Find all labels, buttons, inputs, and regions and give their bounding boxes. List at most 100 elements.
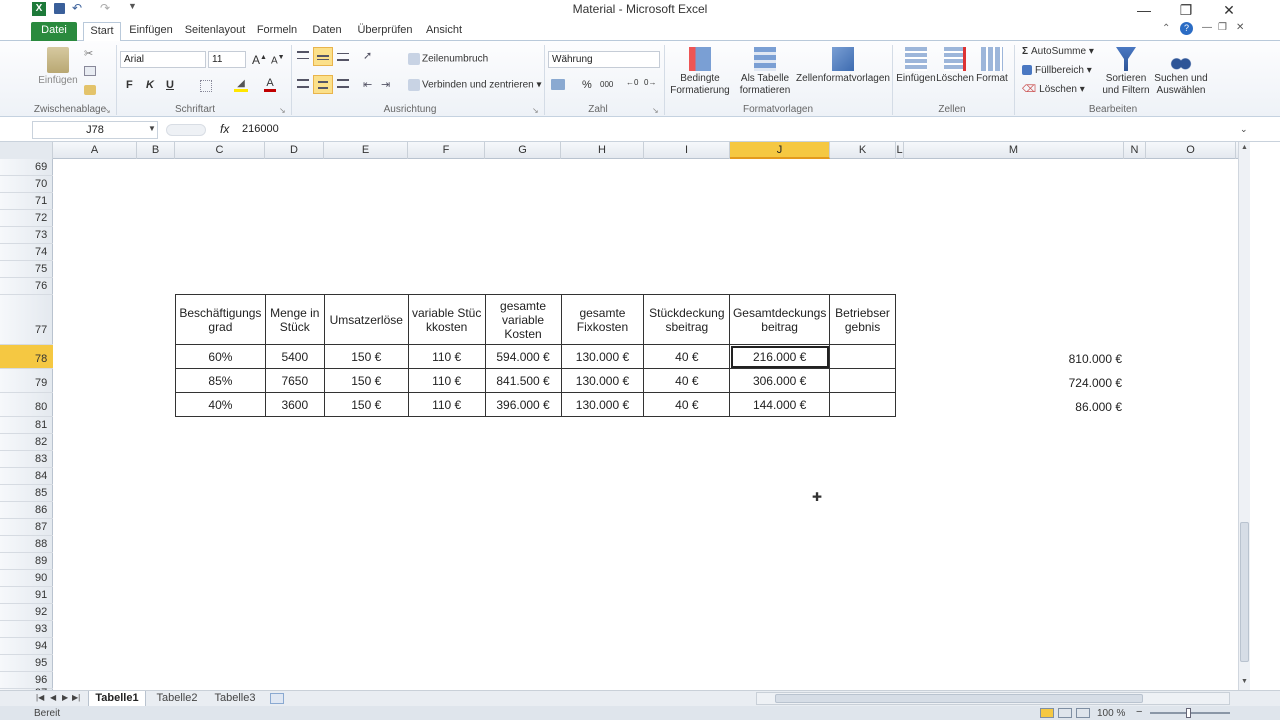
row-header[interactable]: 73 <box>0 227 53 244</box>
currency-format-icon[interactable] <box>551 79 565 90</box>
cut-icon[interactable]: ✂ <box>84 47 93 60</box>
tab-home[interactable]: Start <box>83 22 121 42</box>
table-cell[interactable]: 594.000 € <box>484 344 562 369</box>
table-header-cell[interactable]: gesamte Fixkosten <box>560 294 645 345</box>
number-launcher-icon[interactable]: ↘ <box>652 106 659 115</box>
scroll-thumb[interactable] <box>1240 522 1249 662</box>
clipboard-launcher-icon[interactable]: ↘ <box>104 106 111 115</box>
table-header-cell[interactable]: gesamte variable Kosten <box>484 294 562 345</box>
align-center-icon[interactable] <box>313 75 333 94</box>
table-cell[interactable]: 144.000 € <box>729 392 831 417</box>
row-header[interactable]: 74 <box>0 244 53 261</box>
table-cell[interactable]: 396.000 € <box>484 392 562 417</box>
italic-button[interactable]: K <box>146 79 154 91</box>
table-cell[interactable]: 40 € <box>643 368 731 393</box>
scroll-up-icon[interactable]: ▲ <box>1241 144 1248 151</box>
row-header[interactable]: 81 <box>0 417 53 434</box>
row-header[interactable]: 95 <box>0 655 53 672</box>
table-cell[interactable]: 110 € <box>407 392 486 417</box>
row-header[interactable]: 94 <box>0 638 53 655</box>
row-header[interactable]: 79 <box>0 369 53 393</box>
doc-minimize-icon[interactable]: — <box>1202 22 1212 33</box>
table-cell[interactable]: 130.000 € <box>560 368 645 393</box>
paste-button[interactable]: Einfügen <box>36 47 80 87</box>
column-header-a[interactable]: A <box>53 142 137 159</box>
row-header[interactable]: 87 <box>0 519 53 536</box>
wrap-text-button[interactable]: Zeilenumbruch <box>408 53 488 65</box>
normal-view-icon[interactable] <box>1040 708 1054 718</box>
font-color-icon[interactable]: A <box>264 77 276 92</box>
row-header[interactable]: 91 <box>0 587 53 604</box>
row-header[interactable]: 77 <box>0 295 53 345</box>
insert-cells-button[interactable]: Einfügen <box>896 47 936 85</box>
table-cell[interactable]: 7650 <box>264 368 325 393</box>
shrink-font-icon[interactable]: A▼ <box>271 54 285 66</box>
fill-button[interactable]: Füllbereich ▾ <box>1022 65 1092 76</box>
table-cell[interactable]: 3600 <box>264 392 325 417</box>
column-header-m[interactable]: M <box>904 142 1124 159</box>
row-header[interactable]: 89 <box>0 553 53 570</box>
table-cell[interactable] <box>829 392 896 417</box>
tab-data[interactable]: Daten <box>307 22 347 41</box>
new-sheet-icon[interactable] <box>270 693 284 704</box>
row-header[interactable]: 90 <box>0 570 53 587</box>
scroll-down-icon[interactable]: ▼ <box>1241 678 1248 685</box>
next-sheet-icon[interactable]: ▶ <box>62 693 68 702</box>
table-cell[interactable]: 40% <box>175 392 266 417</box>
fill-color-icon[interactable]: ◢ <box>234 78 248 92</box>
orientation-icon[interactable]: ➚ <box>363 49 372 62</box>
delete-cells-button[interactable]: Löschen <box>936 47 974 85</box>
help-icon[interactable]: ? <box>1180 22 1193 35</box>
name-box[interactable]: J78 <box>32 121 158 139</box>
table-header-cell[interactable]: Betriebsergebnis <box>829 294 896 345</box>
row-header[interactable]: 70 <box>0 176 53 193</box>
table-cell[interactable]: 5400 <box>264 344 325 369</box>
formula-input[interactable]: 216000 <box>242 123 279 135</box>
font-launcher-icon[interactable]: ↘ <box>279 106 286 115</box>
row-header[interactable]: 69 <box>0 159 53 176</box>
number-format-select[interactable]: Währung <box>548 51 660 68</box>
table-header-cell[interactable]: Menge in Stück <box>264 294 325 345</box>
vertical-scrollbar[interactable]: ▲ ▼ <box>1238 142 1250 690</box>
sort-filter-button[interactable]: Sortieren und Filtern <box>1098 47 1154 97</box>
sheet-tab-tabelle2[interactable]: Tabelle2 <box>150 691 204 707</box>
table-cell[interactable]: 40 € <box>643 344 731 369</box>
grow-font-icon[interactable]: A▲ <box>252 53 267 67</box>
column-header-h[interactable]: H <box>561 142 644 159</box>
align-middle-icon[interactable] <box>313 47 333 66</box>
doc-restore-icon[interactable]: ❐ <box>1218 22 1227 33</box>
table-header-cell[interactable]: variable Stückkosten <box>407 294 486 345</box>
decrease-indent-icon[interactable]: ⇤ <box>363 78 372 91</box>
column-header-l[interactable]: L <box>896 142 904 159</box>
font-name-select[interactable]: Arial <box>120 51 206 68</box>
tab-review[interactable]: Überprüfen <box>354 22 416 41</box>
column-header-k[interactable]: K <box>830 142 896 159</box>
font-size-select[interactable]: 11 <box>208 51 246 68</box>
column-header-o[interactable]: O <box>1146 142 1236 159</box>
table-cell[interactable]: 85% <box>175 368 266 393</box>
row-header[interactable]: 72 <box>0 210 53 227</box>
alignment-launcher-icon[interactable]: ↘ <box>532 106 539 115</box>
row-header[interactable]: 85 <box>0 485 53 502</box>
row-header[interactable]: 80 <box>0 393 53 417</box>
sheet-tab-tabelle3[interactable]: Tabelle3 <box>208 691 262 707</box>
column-header-b[interactable]: B <box>137 142 175 159</box>
table-cell[interactable]: 150 € <box>323 392 409 417</box>
row-header[interactable]: 86 <box>0 502 53 519</box>
table-cell[interactable]: 110 € <box>407 368 486 393</box>
tab-file[interactable]: Datei <box>31 22 77 41</box>
side-value-cell[interactable]: 810.000 € <box>1040 352 1122 366</box>
prev-sheet-icon[interactable]: ◀ <box>50 693 56 702</box>
find-select-button[interactable]: Suchen und Auswählen <box>1154 47 1208 97</box>
table-header-cell[interactable]: Gesamtdeckungsbeitrag <box>729 294 831 345</box>
copy-icon[interactable] <box>84 66 96 76</box>
row-header[interactable]: 92 <box>0 604 53 621</box>
table-cell[interactable]: 130.000 € <box>560 392 645 417</box>
conditional-formatting-button[interactable]: Bedingte Formatierung <box>666 47 734 97</box>
column-header-e[interactable]: E <box>324 142 408 159</box>
side-value-cell[interactable]: 86.000 € <box>1040 400 1122 414</box>
worksheet-grid[interactable]: A B C D E F G H I J K L M N O 69 70 71 7… <box>0 142 1240 690</box>
tab-formulas[interactable]: Formeln <box>254 22 300 41</box>
page-layout-view-icon[interactable] <box>1058 708 1072 718</box>
row-header[interactable]: 88 <box>0 536 53 553</box>
